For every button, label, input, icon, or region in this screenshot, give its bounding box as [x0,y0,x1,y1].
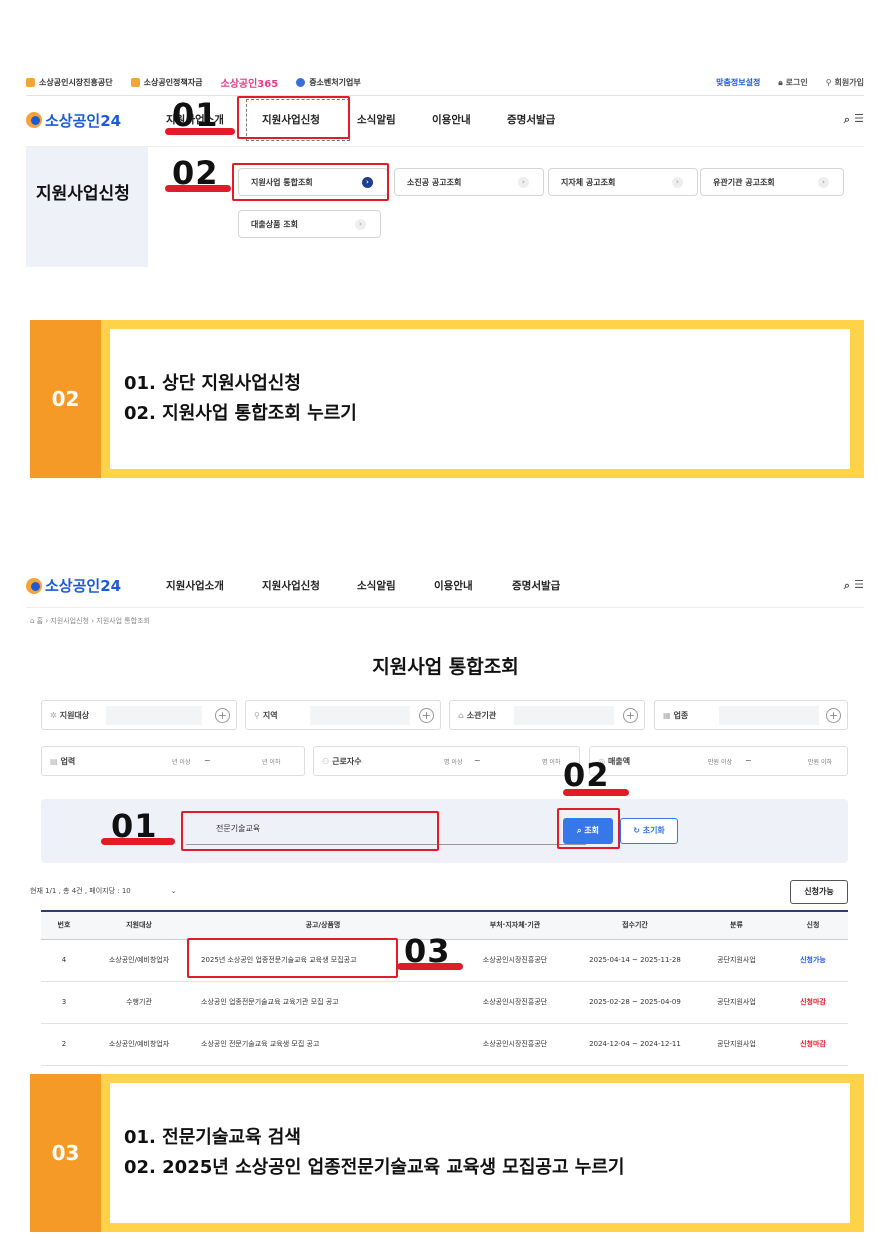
search-icon[interactable]: ⌕ [844,579,850,593]
submenu-semas-notice[interactable]: 소진공 공고조회 › [394,168,544,196]
step-label-02: 02 [563,756,610,794]
main-header-2: 소상공인24 지원사업소개 지원사업신청 소식알림 이용안내 증명서발급 ⌕ ☰ [26,564,864,608]
filter-biz-years[interactable]: ▤ 업력 년 이상 ~ 년 이하 [41,746,305,776]
chevron-right-icon: › [818,177,829,188]
instruction-number: 03 [30,1074,101,1232]
step1-highlight-box [237,96,350,139]
filter-workers[interactable]: ⚇ 근로자수 명 이상 ~ 명 이하 [313,746,580,776]
logo-mark-icon [26,577,42,594]
filter-agency[interactable]: ⌂ 소관기관 + [449,700,645,730]
refresh-icon: ↻ [633,826,643,835]
add-icon[interactable]: + [826,708,841,723]
step2-highlight-box [232,163,389,201]
chevron-right-icon: › [355,219,366,230]
top-link-semas[interactable]: 소상공인시장진흥공단 [26,77,113,88]
chevron-right-icon: › [518,177,529,188]
chevron-down-icon[interactable]: ⌄ [171,887,177,895]
filter-sales[interactable]: ◎ 매출액 만원 이상 ~ 만원 이하 [589,746,848,776]
login-link[interactable]: 🔒︎ 로그인 [778,77,807,88]
nav-news[interactable]: 소식알림 [357,98,396,142]
semas-logo-icon [26,78,35,87]
step2-button-highlight [557,808,620,849]
add-icon[interactable]: + [419,708,434,723]
top-link-365[interactable]: 소상공인365 [221,75,279,90]
target-icon: ✲ [50,710,57,720]
nav-certificate[interactable]: 증명서발급 [512,564,560,608]
status-badge: 신청마감 [778,981,848,1024]
policy-fund-logo-icon [130,78,140,87]
notice-title-link[interactable]: 소상공인 전문기술교육 교육생 모집 공고 [191,1023,455,1066]
top-link-policy-fund[interactable]: 소상공인정책자금 [130,77,203,88]
nav-certificate[interactable]: 증명서발급 [507,98,555,142]
instruction-band: 03 01. 전문기술교육 검색 02. 2025년 소상공인 업종전문기술교육… [30,1074,864,1232]
main-header: 소상공인24 지원사업소개 지원사업신청 소식알림 이용안내 증명서발급 ⌕ ☰ [26,98,864,142]
instruction-text: 01. 전문기술교육 검색 02. 2025년 소상공인 업종전문기술교육 교육… [110,1083,850,1223]
page-title: 지원사업 통합조회 [372,656,519,678]
reset-button[interactable]: ↻ 초기화 [620,818,678,844]
user-plus-icon: ⚲ [825,78,832,87]
submenu-title: 지원사업신청 [36,184,130,204]
step3-row-highlight [187,938,398,978]
mss-logo-icon [296,78,306,87]
result-meta: 현재 1/1 , 총 4건 , 페이지당 : 10 ⌄ [30,887,177,895]
search-icon[interactable]: ⌕ [844,113,850,127]
filter-industry[interactable]: ▦ 업종 + [654,700,848,730]
lock-icon: 🔒︎ [778,77,783,87]
step-label-03: 03 [404,932,451,970]
site-logo[interactable]: 소상공인24 [26,110,121,131]
instruction-text: 01. 상단 지원사업신청 02. 지원사업 통합조회 누르기 [110,329,850,469]
people-icon: ⚇ [322,756,330,766]
chevron-right-icon: › [672,177,683,188]
submenu-loan-search[interactable]: 대출상품 조회 › [238,210,381,238]
top-utility-bar: 소상공인시장진흥공단 소상공인정책자금 소상공인365 중소벤처기업부 맞춤정보… [26,70,864,96]
step-label-01: 01 [111,807,158,845]
nav-guide[interactable]: 이용안내 [434,564,473,608]
top-link-mss[interactable]: 중소벤처기업부 [296,77,361,88]
step-label-01: 01 [172,96,219,134]
location-icon: ⚲ [254,710,260,720]
submenu-side: 지원사업신청 [26,147,148,267]
calendar-icon: ▤ [50,756,58,766]
logo-mark-icon [26,112,42,128]
filter-region[interactable]: ⚲ 지역 + [245,700,441,730]
industry-icon: ▦ [663,710,671,720]
step-label-02: 02 [172,154,219,192]
instruction-band: 02 01. 상단 지원사업신청 02. 지원사업 통합조회 누르기 [30,320,864,478]
instruction-number: 02 [30,320,101,478]
step1-search-highlight [181,811,439,851]
building-icon: ⌂ [458,710,464,720]
add-icon[interactable]: + [215,708,230,723]
signup-link[interactable]: ⚲ 회원가입 [826,77,864,88]
home-icon[interactable]: ⌂ [30,617,37,625]
add-icon[interactable]: + [623,708,638,723]
site-logo[interactable]: 소상공인24 [26,575,121,596]
table-row[interactable]: 3 수행기관 소상공인 업종전문기술교육 교육기관 모집 공고 소상공인시장진흥… [41,981,848,1024]
nav-news[interactable]: 소식알림 [357,564,396,608]
notice-title-link[interactable]: 소상공인 업종전문기술교육 교육기관 모집 공고 [191,981,455,1024]
nav-support-apply[interactable]: 지원사업신청 [262,564,320,608]
breadcrumb: ⌂ 홈 › 지원사업신청 › 지원사업 통합조회 [30,617,150,625]
menu-icon[interactable]: ☰ [854,578,864,591]
table-row[interactable]: 2 소상공인/예비창업자 소상공인 전문기술교육 교육생 모집 공고 소상공인시… [41,1023,848,1066]
nav-guide[interactable]: 이용안내 [432,98,471,142]
custom-info-link[interactable]: 맞춤정보설정 [716,77,760,88]
nav-support-intro[interactable]: 지원사업소개 [166,564,224,608]
submenu-panel: 지원사업신청 지원사업 통합조회 › 소진공 공고조회 › 지자체 공고조회 › 유관… [26,146,864,267]
submenu-related-notice[interactable]: 유관기관 공고조회 › [700,168,844,196]
status-badge: 신청마감 [778,1023,848,1066]
apply-available-filter[interactable]: 신청가능 [790,880,848,904]
filter-target[interactable]: ✲ 지원대상 + [41,700,237,730]
submenu-local-notice[interactable]: 지자체 공고조회 › [548,168,698,196]
menu-icon[interactable]: ☰ [854,112,864,125]
status-badge[interactable]: 신청가능 [778,939,848,982]
